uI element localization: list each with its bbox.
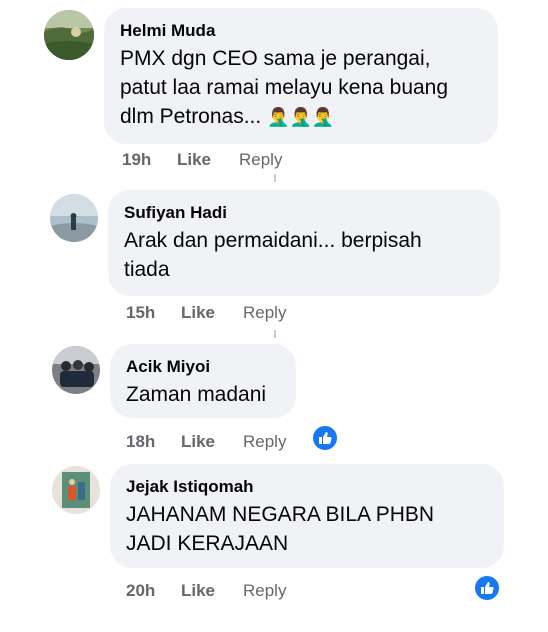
comment-bubble: Sufiyan Hadi Arak dan permaidani... berp…: [108, 190, 500, 296]
like-button[interactable]: Like: [181, 432, 243, 452]
comment-text: PMX dgn CEO sama je perangai, patut laa …: [120, 44, 482, 132]
comment-bubble: Acik Miyoi Zaman madani: [110, 344, 296, 418]
avatar[interactable]: [44, 10, 94, 60]
avatar[interactable]: [50, 194, 98, 242]
avatar-image-acik: [52, 346, 100, 394]
comment-actions: 19h Like Reply: [122, 150, 282, 170]
comment-time[interactable]: 19h: [122, 150, 177, 170]
comment-actions: 20h Like Reply: [126, 581, 286, 601]
comment-time[interactable]: 18h: [126, 432, 181, 452]
avatar-image-helmi: [44, 10, 94, 60]
comment-bubble: Jejak Istiqomah JAHANAM NEGARA BILA PHBN…: [110, 464, 504, 568]
comment-time[interactable]: 20h: [126, 581, 181, 601]
thumbs-up-icon: [481, 582, 494, 594]
like-button[interactable]: Like: [181, 303, 243, 323]
comment-actions: 18h Like Reply: [126, 432, 286, 452]
comment-text: Arak dan permaidani... berpisah tiada: [124, 229, 422, 281]
comment-text: JAHANAM NEGARA BILA PHBN JADI KERAJAAN: [126, 503, 435, 555]
avatar[interactable]: [52, 466, 100, 514]
thumbs-up-icon: [319, 432, 332, 444]
divider: [274, 330, 276, 338]
comment-author[interactable]: Jejak Istiqomah: [126, 476, 488, 498]
reply-button[interactable]: Reply: [243, 432, 286, 452]
avatar-image-jejak: [52, 466, 100, 514]
comment-actions: 15h Like Reply: [126, 303, 286, 323]
like-button[interactable]: Like: [177, 150, 239, 170]
comment-author[interactable]: Acik Miyoi: [126, 356, 280, 378]
comment-bubble: Helmi Muda PMX dgn CEO sama je perangai,…: [104, 8, 498, 144]
like-reaction-icon[interactable]: [311, 424, 339, 452]
like-button[interactable]: Like: [181, 581, 243, 601]
comment-author[interactable]: Helmi Muda: [120, 20, 482, 42]
comment-text: Zaman madani: [126, 383, 267, 406]
comment-author[interactable]: Sufiyan Hadi: [124, 202, 484, 224]
avatar-image-sufiyan: [50, 194, 98, 242]
comment-time[interactable]: 15h: [126, 303, 181, 323]
like-reaction-icon[interactable]: [473, 574, 501, 602]
reply-button[interactable]: Reply: [243, 303, 286, 323]
avatar[interactable]: [52, 346, 100, 394]
facepalm-emoji-icon: 🤦‍♂️🤦‍♂️🤦‍♂️: [267, 107, 335, 127]
divider: [274, 174, 276, 182]
reply-button[interactable]: Reply: [243, 581, 286, 601]
reply-button[interactable]: Reply: [239, 150, 282, 170]
